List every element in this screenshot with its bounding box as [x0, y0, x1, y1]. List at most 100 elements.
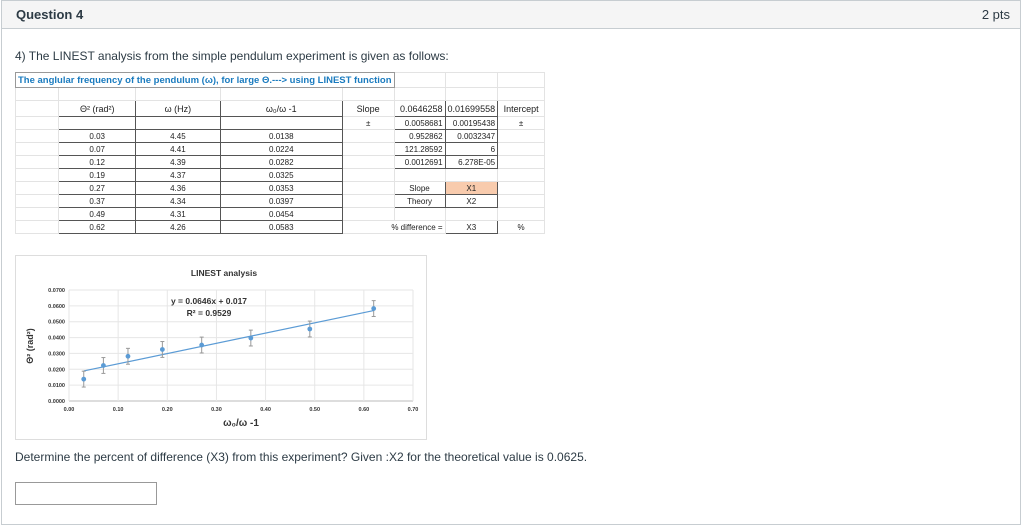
sheet-cell: 0.0224	[219, 142, 343, 156]
sheet-row: 0.19 4.37 0.0325	[14, 168, 546, 182]
x-axis-label: ω₀/ω -1	[223, 418, 259, 429]
sheet-cell	[219, 87, 343, 101]
sheet-cell	[444, 168, 499, 182]
linest-chart: 0.0000 0.0100 0.0200 0.0300 0.0400 0.0500 0.06…	[15, 255, 427, 440]
sheet-cell	[341, 142, 395, 156]
sheet-cell: 0.01699558	[444, 100, 499, 117]
sheet-cell: 6	[444, 142, 499, 156]
answer-input[interactable]	[15, 482, 157, 505]
sheet-cell	[14, 116, 60, 130]
sheet-cell: 0.0397	[219, 194, 343, 208]
sheet-cell: 4.41	[134, 142, 221, 156]
sheet-cell: 4.26	[134, 220, 221, 234]
sheet-cell: 0.0032347	[444, 129, 499, 143]
sheet-cell: 121.28592	[393, 142, 446, 156]
sheet-cell: 0.37	[58, 194, 136, 208]
sheet-row: 0.49 4.31 0.0454	[14, 207, 546, 221]
chart-title: LINEST analysis	[191, 268, 257, 278]
sheet-cell	[497, 181, 546, 195]
sheet-row: 0.03 4.45 0.0138 0.952862 0.0032347	[14, 129, 546, 143]
sheet-row: 0.37 4.34 0.0397 Theory X2	[14, 194, 546, 208]
sheet-cell	[219, 116, 343, 130]
sheet-cell	[14, 100, 60, 117]
data-point	[101, 363, 106, 368]
sheet-cell	[14, 155, 60, 169]
chart-svg: 0.0000 0.0100 0.0200 0.0300 0.0400 0.0500 0.06…	[25, 268, 419, 429]
sheet-cell	[14, 87, 60, 101]
sheet-cell: 6.278E-05	[444, 155, 499, 169]
sheet-cell	[497, 155, 546, 169]
sheet-cell	[341, 129, 395, 143]
data-point	[199, 342, 205, 348]
x-tick-label: 0.40	[260, 407, 271, 413]
sheet-cell: %	[497, 220, 546, 234]
sheet-cell: % difference =	[341, 220, 446, 234]
sheet-title: The anglular frequency of the pendulum (…	[15, 72, 395, 88]
question-title: Question 4	[16, 7, 84, 22]
r-squared: R² = 0.9529	[187, 308, 232, 318]
sheet-cell	[497, 194, 546, 208]
sheet-cell	[393, 72, 446, 88]
data-point	[307, 326, 313, 332]
sheet-cell	[341, 194, 395, 208]
sheet-cell	[341, 168, 395, 182]
sheet-cell	[444, 207, 499, 221]
sheet-cell: 0.49	[58, 207, 136, 221]
sheet-row: 0.12 4.39 0.0282 0.0012691 6.278E-05	[14, 155, 546, 169]
sheet-cell	[341, 87, 395, 101]
sheet-cell: 0.0646258	[393, 100, 446, 117]
y-tick-label: 0.0400	[48, 336, 65, 342]
sheet-cell: 4.37	[134, 168, 221, 182]
sheet-cell	[444, 87, 499, 101]
sheet-cell	[393, 87, 446, 101]
sheet-cell: 0.0583	[219, 220, 343, 234]
data-point	[81, 376, 87, 382]
sheet-cell: 4.39	[134, 155, 221, 169]
sheet-cell	[341, 181, 395, 195]
sheet-row: 0.07 4.41 0.0224 121.28592 6	[14, 142, 546, 156]
sheet-cell	[134, 116, 221, 130]
data-point	[159, 347, 165, 352]
sheet-cell	[497, 207, 546, 221]
sheet-cell	[393, 207, 446, 221]
sheet-cell	[14, 181, 60, 195]
sheet-cell	[14, 207, 60, 221]
sheet-cell	[341, 207, 395, 221]
question-text: 4) The LINEST analysis from the simple p…	[15, 49, 449, 63]
x-tick-label: 0.70	[408, 407, 419, 413]
sheet-cell: Theory	[393, 194, 446, 208]
sheet-cell: 4.31	[134, 207, 221, 221]
sheet-row: 0.62 4.26 0.0583% difference = X3%	[14, 220, 546, 234]
column-header: ω₀/ω -1	[219, 100, 343, 117]
sheet-cell: Slope	[393, 181, 446, 195]
x-tick-label: 0.50	[309, 407, 320, 413]
sheet-cell	[497, 72, 546, 88]
sheet-row: 0.27 4.36 0.0353 Slope X1	[14, 181, 546, 195]
x-tick-label: 0.20	[162, 407, 173, 413]
x3-cell: X3	[444, 220, 499, 234]
x-tick-label: 0.10	[113, 407, 124, 413]
sheet-cell: 0.0454	[219, 207, 343, 221]
sheet-cell: 0.0282	[219, 155, 343, 169]
sheet-row	[14, 87, 546, 101]
sheet-cell: 0.952862	[393, 129, 446, 143]
question-header: Question 4 2 pts	[2, 1, 1020, 29]
x-tick-label: 0.00	[64, 407, 75, 413]
trendline-equation: y = 0.0646x + 0.017	[171, 296, 247, 306]
sheet-cell: 0.0325	[219, 168, 343, 182]
y-axis-label: Θ² (rad²)	[25, 328, 35, 364]
x2-cell: X2	[444, 194, 499, 208]
sheet-cell: 0.0012691	[393, 155, 446, 169]
sheet-cell: Slope	[341, 100, 395, 117]
sheet-cell: ±	[497, 116, 546, 130]
sheet-cell: 0.19	[58, 168, 136, 182]
sheet-cell	[497, 129, 546, 143]
x-tick-label: 0.30	[211, 407, 222, 413]
data-point	[248, 335, 254, 341]
sheet-cell: 0.03	[58, 129, 136, 143]
trendline	[83, 309, 374, 372]
sheet-cell: 4.36	[134, 181, 221, 195]
sheet-cell: 0.0138	[219, 129, 343, 143]
sheet-cell: 0.27	[58, 181, 136, 195]
sheet-cell: 0.62	[58, 220, 136, 234]
